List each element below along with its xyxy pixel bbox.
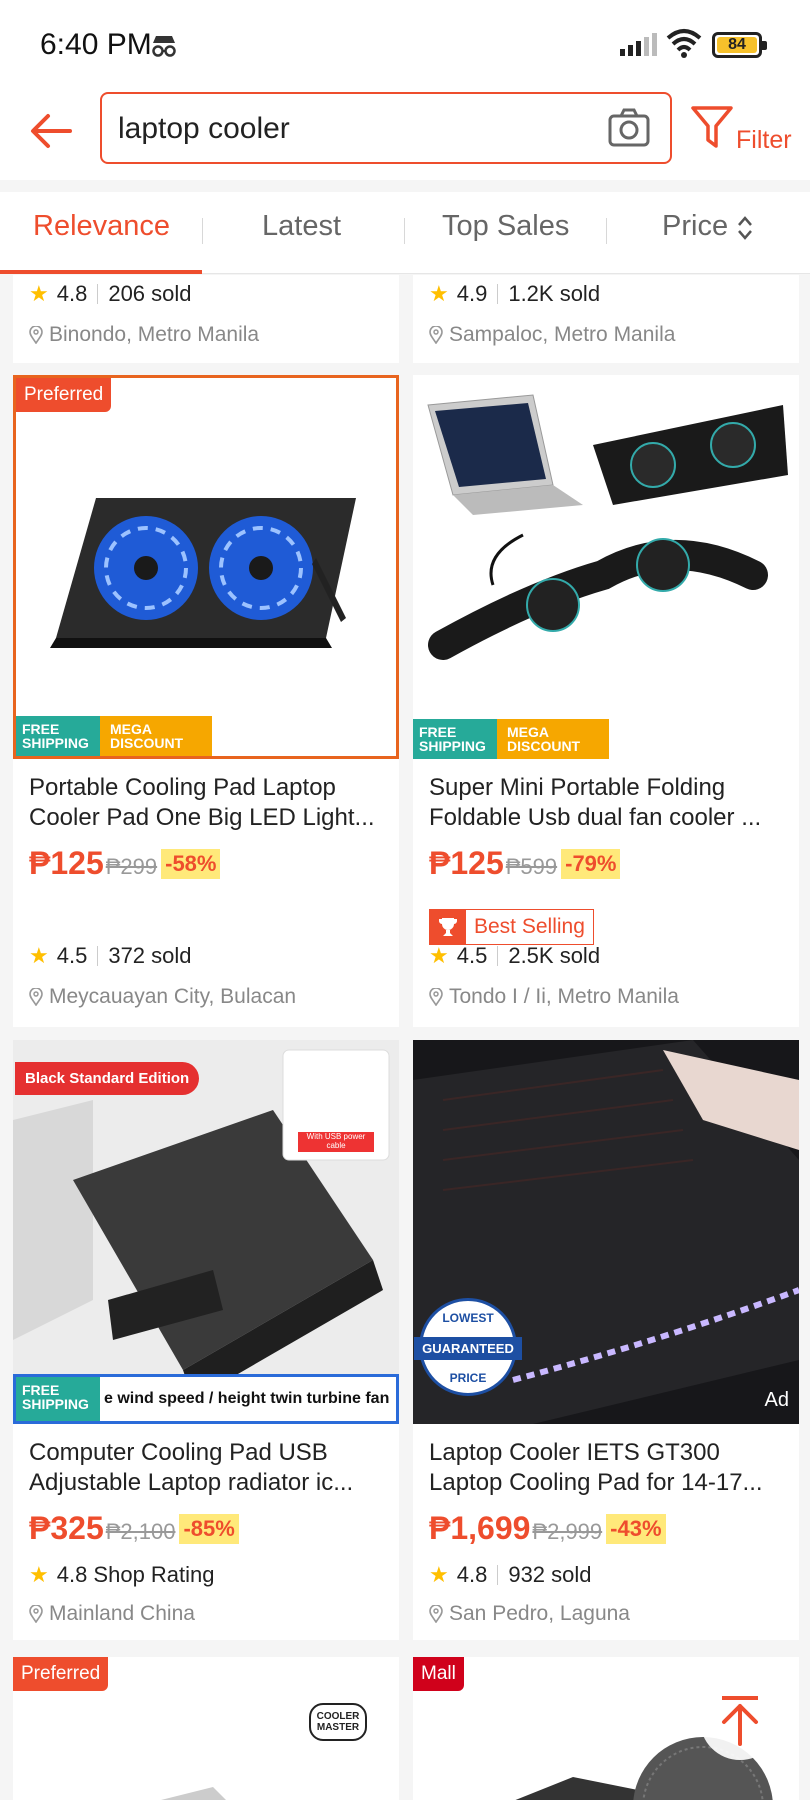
mini-folding-cooler-image [427,394,788,660]
current-price: ₱125 [29,845,104,881]
camera-icon[interactable] [608,108,650,148]
original-price: ₱299 [105,854,158,879]
location-pin-icon [429,988,443,1006]
location: Tondo I / Ii, Metro Manila [429,985,679,1009]
incognito-icon [152,36,176,57]
filter-button[interactable]: Filter [690,104,800,160]
star-icon: ★ [29,281,49,306]
filter-funnel-icon [691,106,733,148]
status-time: 6:40 PM [40,28,152,61]
price-sort-icon[interactable] [736,214,754,242]
current-price: ₱1,699 [429,1510,531,1546]
mega-discount-tag: MEGA DISCOUNT [497,719,609,759]
back-arrow-icon[interactable] [26,106,76,156]
product-title[interactable]: Portable Cooling Pad Laptop Cooler Pad O… [29,773,385,833]
product-title[interactable]: Super Mini Portable Folding Foldable Usb… [429,773,785,833]
product-card[interactable]: ★ 4.9 1.2K sold Sampaloc, Metro Manila [413,275,799,363]
star-icon: ★ [429,943,449,968]
price-row: ₱125 ₱299 -58% [29,845,221,882]
sort-tabs: Relevance Latest Top Sales Price [0,192,810,274]
location: Mainland China [29,1602,195,1626]
rating-row: ★ 4.8 206 sold [29,281,192,306]
laptop-cooling-pad-image [50,498,356,648]
product-grid: ★ 4.8 206 sold Binondo, Metro Manila ★ 4… [0,275,810,1800]
price-row: ₱1,699 ₱2,999 -43% [429,1510,666,1547]
star-icon: ★ [29,1562,49,1587]
search-query[interactable]: laptop cooler [118,112,290,146]
trophy-icon [430,910,466,944]
signal-icon [620,33,657,56]
usb-cable-note: With USB power cable [306,1132,366,1150]
current-price: ₱125 [429,845,504,881]
original-price: ₱599 [505,854,558,879]
star-icon: ★ [29,943,49,968]
free-shipping-tag: FREE SHIPPING [16,716,100,756]
promo-bar: FREE SHIPPING MEGA DISCOUNT [413,719,609,759]
free-shipping-tag: FREE SHIPPING [413,719,497,759]
ad-label: Ad [764,1389,789,1411]
best-selling-badge: Best Selling [429,909,594,945]
location-pin-icon [29,326,43,344]
original-price: ₱2,999 [532,1519,603,1544]
promo-bar: FREE SHIPPING MEGA DISCOUNT [16,716,212,756]
tab-price[interactable]: Price [662,210,728,243]
status-bar: 6:40 PM 84 [0,0,810,92]
search-header: laptop cooler Filter [0,92,810,180]
scroll-to-top-button[interactable] [700,1680,780,1760]
lowest-price-guaranteed-badge: LOWEST GUARANTEED PRICE [414,1298,522,1396]
free-shipping-tag: FREE SHIPPING [16,1377,100,1421]
rating-row: ★ 4.5 2.5K sold [429,943,601,968]
product-card[interactable]: Preferred FREE SHIPPING MEGA DISCOUNT Po… [13,375,399,1027]
product-card[interactable]: Black Standard Edition With USB power ca… [13,1040,399,1640]
rating-row: ★ 4.9 1.2K sold [429,281,601,306]
wifi-icon [666,29,702,58]
rating-row: ★ 4.8 932 sold [429,1562,592,1587]
discount-badge: -58% [161,848,221,879]
star-icon: ★ [429,281,449,306]
location-pin-icon [429,1605,443,1623]
product-image[interactable]: Black Standard Edition With USB power ca… [13,1040,399,1424]
star-icon: ★ [429,1562,449,1587]
location-pin-icon [29,1605,43,1623]
active-tab-indicator [0,270,202,274]
battery-level: 84 [717,37,757,53]
product-card[interactable]: ★ 4.8 206 sold Binondo, Metro Manila [13,275,399,363]
tab-latest[interactable]: Latest [262,210,341,243]
mega-discount-tag: MEGA DISCOUNT [100,716,212,756]
current-price: ₱325 [29,1510,104,1546]
discount-badge: -85% [179,1513,239,1544]
computer-cooling-pad-image [13,1040,399,1424]
tab-top-sales[interactable]: Top Sales [442,210,569,243]
product-card[interactable]: FREE SHIPPING MEGA DISCOUNT Super Mini P… [413,375,799,1027]
price-row: ₱325 ₱2,100 -85% [29,1510,239,1547]
product-image[interactable]: Preferred FREE SHIPPING MEGA DISCOUNT [13,375,399,759]
battery-indicator: 84 [712,32,767,58]
original-price: ₱2,100 [105,1519,176,1544]
preferred-badge: Preferred [16,378,112,412]
location: Sampaloc, Metro Manila [429,323,675,347]
edition-badge: Black Standard Edition [15,1062,200,1095]
location-pin-icon [29,988,43,1006]
rating-row: ★ 4.5 372 sold [29,943,192,968]
search-input[interactable]: laptop cooler [100,92,672,164]
product-card[interactable]: Preferred COOLER MASTER [13,1657,399,1800]
product-image[interactable]: LOWEST GUARANTEED PRICE Ad [413,1040,799,1424]
price-row: ₱125 ₱599 -79% [429,845,621,882]
location: Meycauayan City, Bulacan [29,985,296,1009]
product-title[interactable]: Computer Cooling Pad USB Adjustable Lapt… [29,1438,385,1498]
discount-badge: -79% [561,848,621,879]
promo-banner: FREE SHIPPING e wind speed / height twin… [13,1374,399,1424]
tab-relevance[interactable]: Relevance [33,210,170,243]
product-image[interactable]: FREE SHIPPING MEGA DISCOUNT [413,375,799,759]
location: San Pedro, Laguna [429,1602,630,1626]
product-title[interactable]: Laptop Cooler IETS GT300 Laptop Cooling … [429,1438,785,1498]
rating-row: ★ 4.8 Shop Rating [29,1562,215,1587]
discount-badge: -43% [606,1513,666,1544]
arrow-up-icon [722,1696,758,1746]
location-pin-icon [429,326,443,344]
location: Binondo, Metro Manila [29,323,259,347]
product-card[interactable]: LOWEST GUARANTEED PRICE Ad Laptop Cooler… [413,1040,799,1640]
filter-label: Filter [736,126,792,154]
